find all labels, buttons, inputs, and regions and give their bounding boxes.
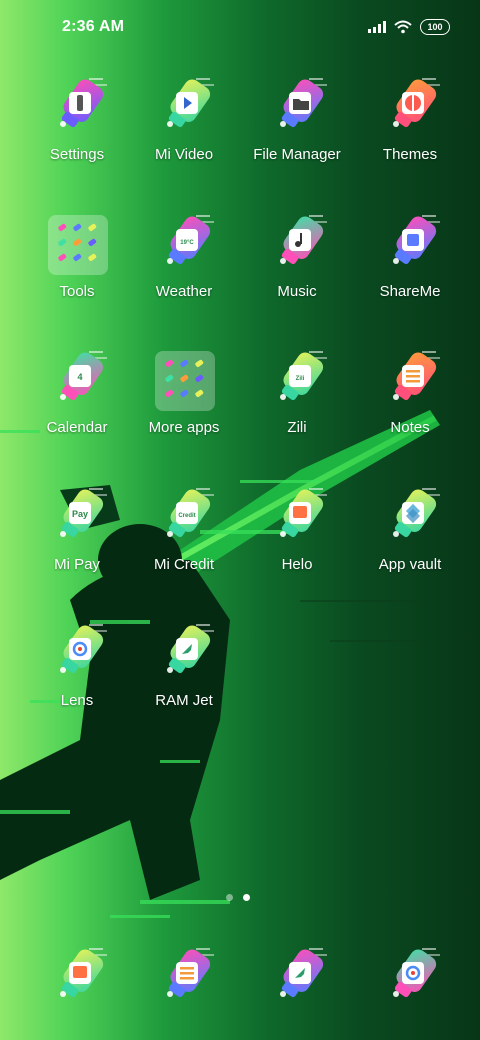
app-label: Zili <box>287 419 307 436</box>
zili-icon: Zili <box>271 347 331 407</box>
app-label: RAM Jet <box>155 692 213 709</box>
svg-text:Pay: Pay <box>72 509 88 519</box>
app-vault-icon <box>384 484 444 544</box>
app-label: More apps <box>148 419 220 436</box>
page-dot-1[interactable] <box>226 894 233 901</box>
app-label: Lens <box>60 692 94 709</box>
weather-icon: 19°C <box>158 211 218 271</box>
shareme-icon <box>384 211 444 271</box>
dock <box>0 940 480 1010</box>
more-apps-folder-icon <box>155 351 215 411</box>
status-time: 2:36 AM <box>62 18 125 35</box>
browser-icon <box>271 944 331 1004</box>
tools-folder-icon <box>48 215 108 275</box>
status-bar: 2:36 AM 100 <box>0 0 480 56</box>
svg-text:19°C: 19°C <box>180 240 194 246</box>
svg-text:4: 4 <box>77 372 82 382</box>
app-label: Weather <box>155 283 213 300</box>
app-label: Calendar <box>46 419 108 436</box>
helo-icon <box>271 484 331 544</box>
mi-video-icon <box>158 74 218 134</box>
app-label: Mi Video <box>154 146 214 163</box>
app-label: App vault <box>378 556 442 573</box>
app-label: Tools <box>59 283 95 300</box>
messages-icon <box>158 944 218 1004</box>
mi-credit-icon: Credit <box>158 484 218 544</box>
themes-icon <box>384 74 444 134</box>
app-label: File Manager <box>253 146 341 163</box>
svg-text:Credit: Credit <box>178 513 195 519</box>
app-label: Themes <box>382 146 438 163</box>
app-label: Mi Credit <box>153 556 214 573</box>
wifi-icon <box>394 20 412 34</box>
app-label: Notes <box>390 419 430 436</box>
app-label: Mi Pay <box>54 556 100 573</box>
camera-icon <box>384 944 444 1004</box>
mi-pay-icon: Pay <box>51 484 111 544</box>
file-manager-icon <box>271 74 331 134</box>
notes-icon <box>384 347 444 407</box>
page-indicator[interactable] <box>226 894 250 901</box>
svg-text:Zili: Zili <box>296 376 305 382</box>
app-label: Helo <box>281 556 313 573</box>
music-icon <box>271 211 331 271</box>
signal-icon <box>368 21 386 33</box>
page-dot-2[interactable] <box>243 894 250 901</box>
calendar-icon: 4 <box>51 347 111 407</box>
battery-icon: 100 <box>420 19 450 35</box>
lens-icon <box>51 620 111 680</box>
status-icons: 100 <box>368 19 450 35</box>
app-label: Settings <box>49 146 105 163</box>
phone-icon <box>51 944 111 1004</box>
settings-icon <box>51 74 111 134</box>
ram-jet-icon <box>158 620 218 680</box>
app-label: ShareMe <box>379 283 441 300</box>
app-label: Music <box>277 283 317 300</box>
